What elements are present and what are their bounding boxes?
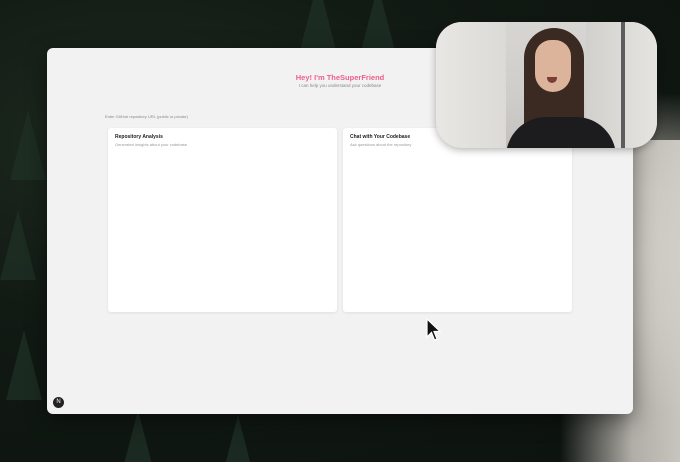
forest-tree (6, 330, 42, 400)
webcam-overlay (436, 22, 657, 148)
forest-tree (220, 415, 256, 462)
webcam-background (436, 22, 506, 148)
panel-title: Chat with Your Codebase (350, 134, 411, 140)
chat-codebase-panel: Chat with Your Codebase Ask questions ab… (343, 128, 572, 312)
panel-subtitle: Generated insights about your codebase (115, 142, 188, 147)
forest-tree (360, 0, 396, 55)
desktop-background: Hey! I'm TheSuperFriend I can help you u… (0, 0, 680, 462)
presenter-face (535, 40, 571, 92)
webcam-background (621, 22, 625, 148)
repository-analysis-panel: Repository Analysis Generated insights a… (108, 128, 337, 312)
panel-subtitle: Ask questions about the repository (350, 142, 412, 147)
repo-url-label[interactable]: Enter GitHub repository URL (public or p… (105, 114, 188, 119)
panel-title: Repository Analysis (115, 134, 163, 140)
help-button[interactable]: N (53, 397, 64, 408)
forest-tree (120, 410, 156, 462)
forest-tree (10, 110, 46, 180)
mouse-cursor-icon (426, 318, 442, 341)
forest-tree (0, 210, 36, 280)
forest-tree (300, 0, 336, 50)
